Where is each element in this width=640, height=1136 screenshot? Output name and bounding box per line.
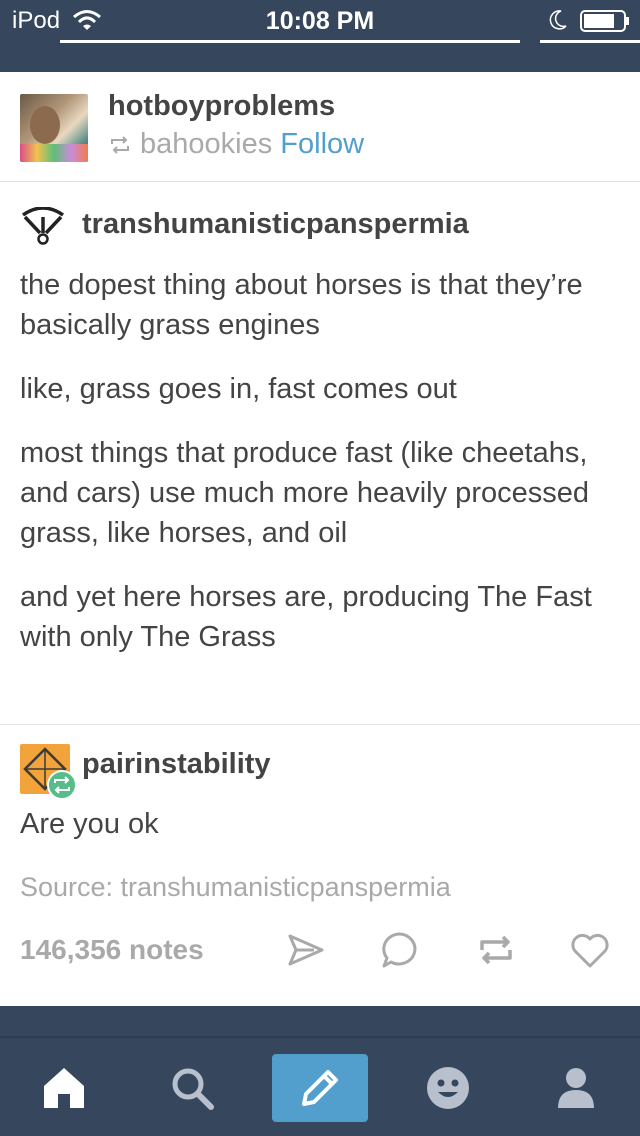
loading-bar-segment [540,40,640,43]
tab-bar [0,1036,640,1136]
reply-text: Are you ok [20,808,159,840]
compose-icon [302,1070,338,1106]
blog-avatar[interactable] [20,94,88,162]
share-icon[interactable] [284,928,328,972]
tab-home[interactable] [16,1038,112,1136]
trail-divider [0,724,640,725]
post-body: the dopest thing about horses is that th… [20,265,620,681]
activity-icon [427,1067,469,1109]
trail-avatar-icon[interactable] [20,207,66,245]
notes-count[interactable]: 146,356 notes [20,934,204,966]
tab-search[interactable] [144,1038,240,1136]
reblog-icon[interactable] [474,928,518,972]
loading-bar [60,40,520,43]
status-time: 10:08 PM [265,7,375,35]
post-paragraph: the dopest thing about horses is that th… [20,269,583,341]
source-link[interactable]: Source: transhumanisticpanspermia [20,872,451,903]
search-icon [172,1068,214,1110]
reblog-info: bahookies Follow [108,128,364,161]
status-bar: iPod 10:08 PM [0,0,640,43]
blog-name[interactable]: hotboyproblems [108,90,335,123]
moon-icon [549,10,567,30]
post-header: hotboyproblems bahookies Follow [0,72,640,182]
follow-button[interactable]: Follow [280,128,364,160]
reply-avatar[interactable] [20,744,78,802]
tab-compose[interactable] [272,1054,368,1122]
home-icon [44,1068,84,1108]
reblogged-from[interactable]: bahookies [140,128,272,160]
post-paragraph: most things that produce fast (like chee… [20,437,589,549]
account-icon [558,1068,594,1108]
like-icon[interactable] [568,928,612,972]
post-paragraph: and yet here horses are, producing The F… [20,581,592,653]
trail-username[interactable]: transhumanisticpanspermia [82,208,469,241]
post-card: hotboyproblems bahookies Follow transhum… [0,72,640,1006]
reply-icon[interactable] [378,928,422,972]
tab-account[interactable] [528,1038,624,1136]
reply-username[interactable]: pairinstability [82,748,271,781]
post-paragraph: like, grass goes in, fast comes out [20,373,457,405]
tab-activity[interactable] [400,1038,496,1136]
reblog-small-icon [111,136,129,155]
battery-icon [580,10,629,32]
